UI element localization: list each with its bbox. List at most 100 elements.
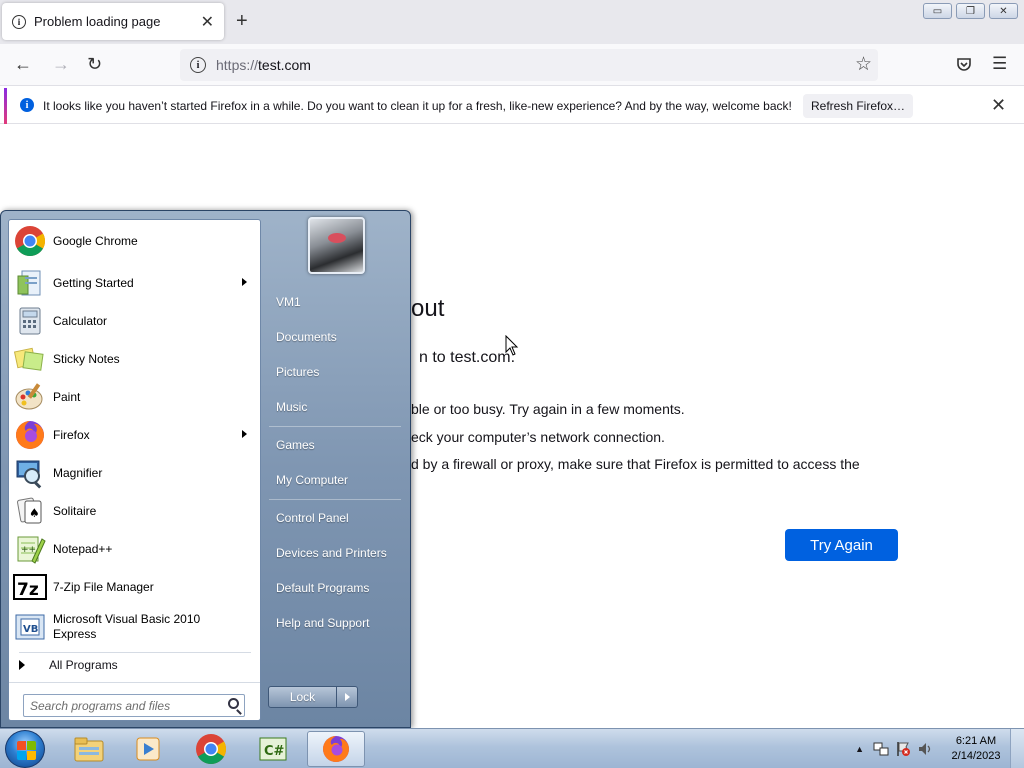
submenu-arrow-icon <box>242 430 247 438</box>
taskbar-media-player[interactable] <box>120 731 178 767</box>
close-tab-icon[interactable]: ✕ <box>201 12 214 32</box>
search-icon[interactable] <box>228 698 239 709</box>
info-icon: i <box>12 14 26 29</box>
taskbar: C# ▲ 6:21 AM 2/14/2023 <box>0 728 1024 768</box>
restore-button[interactable]: ❐ <box>956 3 985 19</box>
notification-accent <box>4 88 7 124</box>
start-item-help-support[interactable]: Help and Support <box>276 616 369 630</box>
error-title: out <box>411 295 445 322</box>
program-firefox[interactable]: Firefox <box>13 417 259 453</box>
program-google-chrome[interactable]: Google Chrome <box>13 223 259 259</box>
start-orb-icon[interactable] <box>5 730 45 768</box>
start-item-games[interactable]: Games <box>276 438 315 452</box>
start-item-music[interactable]: Music <box>276 400 307 414</box>
taskbar-firefox[interactable] <box>307 731 365 767</box>
paint-icon <box>13 380 47 414</box>
program-visual-basic[interactable]: VB Microsoft Visual Basic 2010 Express <box>13 609 259 645</box>
start-item-vm1[interactable]: VM1 <box>276 295 301 309</box>
program-label: Calculator <box>53 313 108 328</box>
program-magnifier[interactable]: Magnifier <box>13 455 259 491</box>
start-item-pictures[interactable]: Pictures <box>276 365 319 379</box>
tab-strip: i Problem loading page ✕ + ▭ ❐ ✕ <box>0 0 1024 44</box>
all-programs-button[interactable]: All Programs <box>19 658 118 672</box>
start-item-my-computer[interactable]: My Computer <box>276 473 348 487</box>
pocket-icon[interactable] <box>955 56 973 74</box>
program-label: Firefox <box>53 427 90 442</box>
notification-bar: i It looks like you haven’t started Fire… <box>0 88 1024 124</box>
search-separator <box>9 682 260 683</box>
sticky-notes-icon <box>13 342 47 376</box>
calculator-icon <box>13 304 47 338</box>
program-label: 7-Zip File Manager <box>53 579 154 594</box>
svg-text:C#: C# <box>264 744 285 759</box>
reload-icon[interactable]: ↻ <box>87 54 102 75</box>
windows-explorer-icon <box>74 737 104 762</box>
url-bar[interactable]: i https:// test.com ☆ <box>180 49 878 81</box>
clock[interactable]: 6:21 AM 2/14/2023 <box>942 734 1010 764</box>
show-hidden-icons-icon[interactable]: ▲ <box>855 744 864 754</box>
forward-icon[interactable]: → <box>52 54 70 75</box>
start-item-control-panel[interactable]: Control Panel <box>276 511 349 525</box>
program-calculator[interactable]: Calculator <box>13 303 259 339</box>
search-placeholder: Search programs and files <box>30 699 171 713</box>
close-notification-icon[interactable]: ✕ <box>991 95 1006 116</box>
visual-basic-icon: VB <box>13 610 47 644</box>
shutdown-options-arrow-icon[interactable] <box>337 686 358 708</box>
firefox-icon <box>323 736 349 762</box>
firefox-icon <box>13 418 47 452</box>
getting-started-icon <box>13 266 47 300</box>
url-protocol: https:// <box>216 57 259 73</box>
clock-date: 2/14/2023 <box>951 750 1001 762</box>
show-desktop-button[interactable] <box>1010 729 1024 768</box>
tab-title: Problem loading page <box>34 14 161 29</box>
program-sticky-notes[interactable]: Sticky Notes <box>13 341 259 377</box>
user-avatar[interactable] <box>308 217 365 274</box>
program-label: Sticky Notes <box>53 351 120 366</box>
clock-time: 6:21 AM <box>955 735 997 747</box>
program-label: Notepad++ <box>53 541 113 556</box>
lock-button[interactable]: Lock <box>268 686 337 708</box>
action-center-flag-icon[interactable] <box>894 740 912 758</box>
error-subtitle: n to test.com. <box>419 349 516 366</box>
error-item: d by a firewall or proxy, make sure that… <box>411 456 860 472</box>
program-notepad-plus-plus[interactable]: ++ Notepad++ <box>13 531 259 567</box>
taskbar-csharp-express[interactable]: C# <box>244 731 302 767</box>
program-getting-started[interactable]: Getting Started <box>13 265 259 301</box>
start-item-documents[interactable]: Documents <box>276 330 337 344</box>
close-window-button[interactable]: ✕ <box>989 3 1018 19</box>
site-info-icon[interactable]: i <box>190 57 206 73</box>
7zip-icon: 7z <box>13 570 47 604</box>
svg-text:7z: 7z <box>17 580 39 600</box>
network-icon[interactable] <box>872 740 890 758</box>
notification-info-icon: i <box>20 98 34 112</box>
all-programs-label: All Programs <box>49 658 118 672</box>
taskbar-chrome[interactable] <box>182 731 240 767</box>
program-7zip[interactable]: 7z 7-Zip File Manager <box>13 569 259 605</box>
window-controls: ▭ ❐ ✕ <box>923 3 1018 19</box>
menu-icon[interactable]: ☰ <box>992 54 1007 74</box>
csharp-express-icon: C# <box>259 737 287 761</box>
start-item-devices-printers[interactable]: Devices and Printers <box>276 546 387 560</box>
program-label: Paint <box>53 389 81 404</box>
minimize-button[interactable]: ▭ <box>923 3 952 19</box>
media-player-icon <box>136 737 160 761</box>
search-programs-input[interactable]: Search programs and files <box>23 694 245 717</box>
start-item-default-programs[interactable]: Default Programs <box>276 581 369 595</box>
error-item: ble or too busy. Try again in a few mome… <box>411 401 685 417</box>
refresh-firefox-button[interactable]: Refresh Firefox… <box>803 94 913 118</box>
magnifier-icon <box>13 456 47 490</box>
bookmark-star-icon[interactable]: ☆ <box>855 53 872 76</box>
new-tab-icon[interactable]: + <box>236 10 248 33</box>
tab-problem-loading[interactable]: i Problem loading page ✕ <box>2 3 224 40</box>
back-icon[interactable]: ← <box>14 54 32 75</box>
chrome-icon <box>13 224 47 258</box>
volume-icon[interactable] <box>916 740 934 758</box>
program-solitaire[interactable]: ♠ Solitaire <box>13 493 259 529</box>
program-label: Google Chrome <box>53 233 138 248</box>
system-tray: ▲ 6:21 AM 2/14/2023 <box>855 729 1024 768</box>
solitaire-icon: ♠ <box>13 494 47 528</box>
try-again-button[interactable]: Try Again <box>785 529 898 561</box>
taskbar-windows-explorer[interactable] <box>60 731 118 767</box>
program-paint[interactable]: Paint <box>13 379 259 415</box>
program-label: Microsoft Visual Basic 2010 Express <box>53 612 201 641</box>
